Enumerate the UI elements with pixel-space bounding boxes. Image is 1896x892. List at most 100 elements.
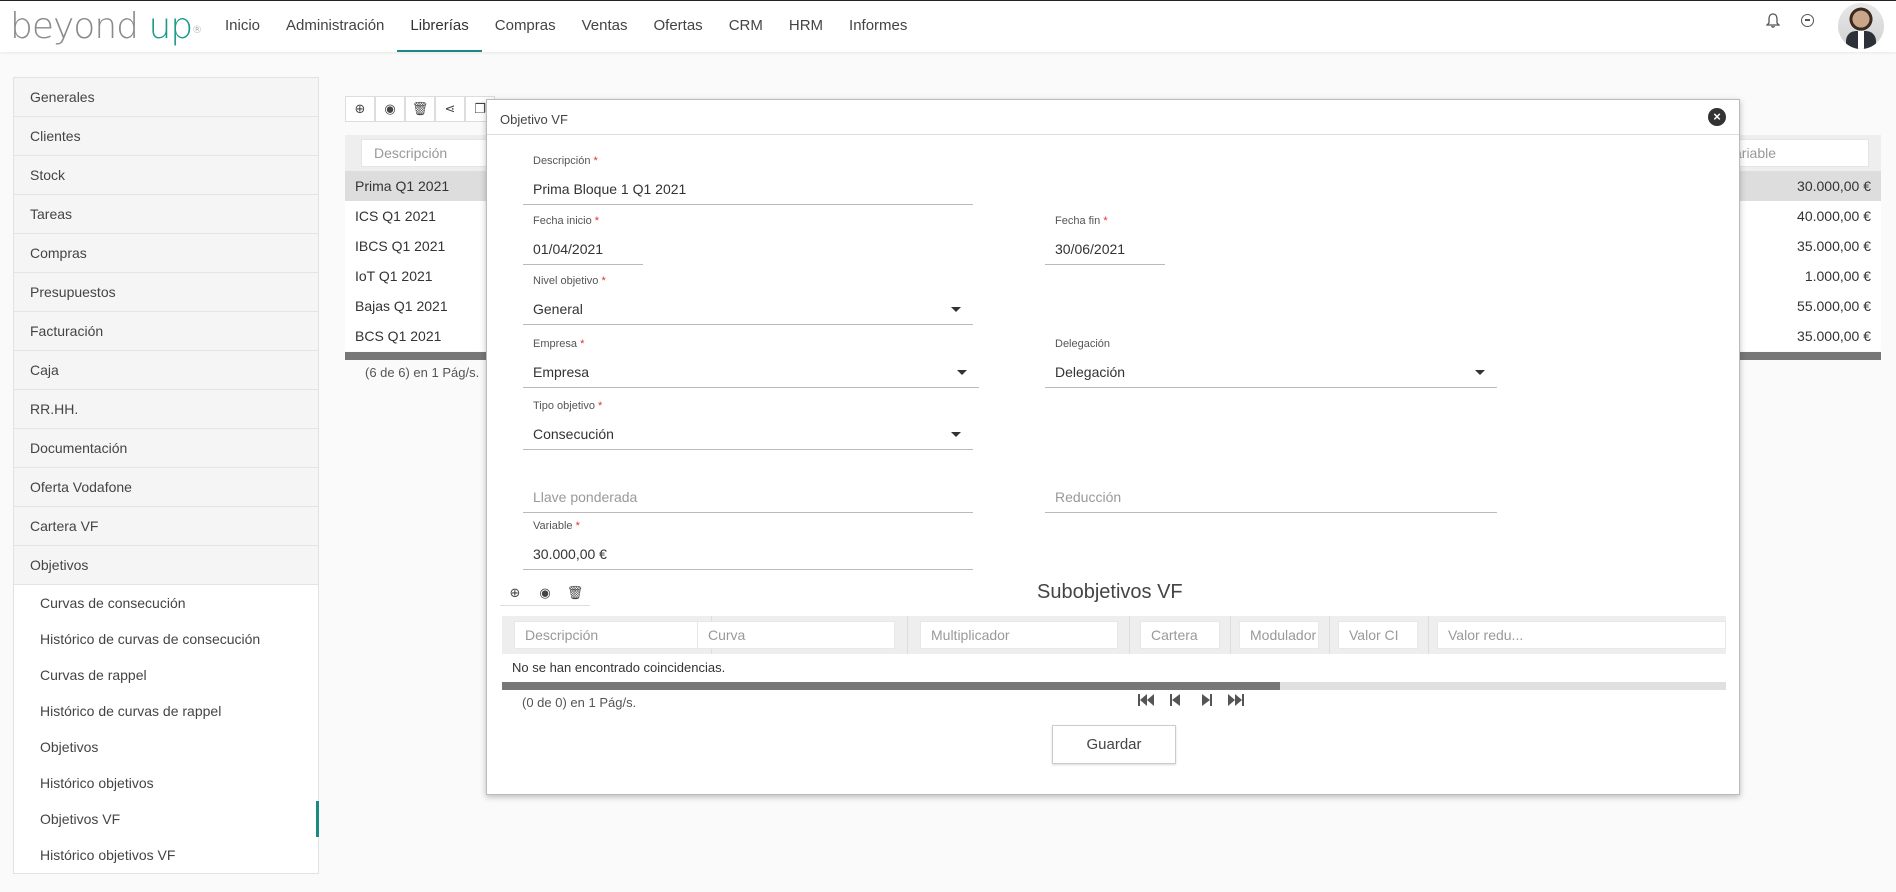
copy-icon: ❐ <box>474 101 486 116</box>
nivel-objetivo-select[interactable]: General <box>523 293 973 325</box>
variable-filter[interactable]: ariable <box>1729 139 1869 167</box>
sidebar-subitem-curvas-consecucion[interactable]: Curvas de consecución <box>14 585 318 621</box>
column-separator <box>1129 616 1130 654</box>
avatar[interactable] <box>1838 3 1884 49</box>
sidebar-subitem-historico-curvas-consecucion[interactable]: Histórico de curvas de consecución <box>14 621 318 657</box>
nav-ventas[interactable]: Ventas <box>569 1 641 52</box>
tipo-objetivo-select[interactable]: Consecución <box>523 418 973 450</box>
close-icon[interactable]: × <box>1708 108 1726 126</box>
column-separator <box>1230 616 1231 654</box>
delegacion-select[interactable]: Delegación <box>1045 356 1497 388</box>
empresa-label: Empresa * <box>533 338 585 350</box>
sub-filter-valor-ci[interactable]: Valor CI <box>1338 621 1418 649</box>
fecha-fin-field[interactable]: 30/06/2021 <box>1045 233 1165 265</box>
bell-icon[interactable] <box>1766 13 1780 29</box>
last-page-icon[interactable] <box>1227 693 1245 707</box>
sub-view-button[interactable]: ◉ <box>530 580 560 606</box>
logo-part1: beyond <box>10 6 139 47</box>
nivel-objetivo-value: General <box>533 301 583 317</box>
descripcion-label: Descripción * <box>533 155 598 167</box>
sidebar-item-presupuestos[interactable]: Presupuestos <box>14 273 318 312</box>
top-navbar: beyond up® Inicio Administración Librerí… <box>0 0 1896 52</box>
fecha-inicio-field[interactable]: 01/04/2021 <box>523 233 643 265</box>
nav-informes[interactable]: Informes <box>836 1 920 52</box>
sidebar-item-cartera-vf[interactable]: Cartera VF <box>14 507 318 546</box>
sidebar-subitem-historico-objetivos-vf[interactable]: Histórico objetivos VF <box>14 837 318 873</box>
empresa-select[interactable]: Empresa <box>523 356 979 388</box>
descripcion-field[interactable]: Prima Bloque 1 Q1 2021 <box>523 173 973 205</box>
sidebar-item-generales[interactable]: Generales <box>14 78 318 117</box>
sidebar-item-compras[interactable]: Compras <box>14 234 318 273</box>
sidebar-subitem-historico-objetivos[interactable]: Histórico objetivos <box>14 765 318 801</box>
prev-page-icon[interactable] <box>1167 693 1185 707</box>
sub-filter-descripcion[interactable]: Descripción <box>514 621 704 649</box>
list-pager: (6 de 6) en 1 Pág/s. <box>365 365 480 380</box>
sub-filter-multiplicador[interactable]: Multiplicador <box>920 621 1118 649</box>
sidebar-item-oferta-vodafone[interactable]: Oferta Vodafone <box>14 468 318 507</box>
sub-scrollbar[interactable] <box>502 682 1726 690</box>
chevron-down-icon <box>951 432 961 437</box>
tipo-objetivo-label: Tipo objetivo * <box>533 400 603 412</box>
eye-icon: ◉ <box>384 101 396 116</box>
sub-filter-valor-reduccion[interactable]: Valor redu... <box>1437 621 1726 649</box>
sidebar-item-clientes[interactable]: Clientes <box>14 117 318 156</box>
row-variable: 35.000,00 € <box>1797 238 1871 254</box>
delete-button[interactable]: 🗑 <box>405 96 435 122</box>
llave-ponderada-field[interactable]: Llave ponderada <box>523 481 973 513</box>
sub-delete-button[interactable]: 🗑 <box>560 580 590 606</box>
sub-filter-cartera[interactable]: Cartera <box>1140 621 1220 649</box>
nav-inicio[interactable]: Inicio <box>212 1 273 52</box>
row-description: Prima Q1 2021 <box>355 178 450 194</box>
sidebar-item-facturacion[interactable]: Facturación <box>14 312 318 351</box>
subobjetivos-header: Descripción Curva Multiplicador Cartera … <box>502 616 1726 654</box>
nav-compras[interactable]: Compras <box>482 1 569 52</box>
nav-ofertas[interactable]: Ofertas <box>641 1 716 52</box>
sidebar-subitem-objetivos-vf[interactable]: Objetivos VF <box>14 801 319 837</box>
view-button[interactable]: ◉ <box>375 96 405 122</box>
next-page-icon[interactable] <box>1197 693 1215 707</box>
sidebar-subitem-historico-curvas-rappel[interactable]: Histórico de curvas de rappel <box>14 693 318 729</box>
logo[interactable]: beyond up® <box>10 6 202 47</box>
first-page-icon[interactable] <box>1137 693 1155 707</box>
row-description: BCS Q1 2021 <box>355 328 442 344</box>
sub-add-button[interactable]: ⊕ <box>500 580 530 606</box>
nav-administracion[interactable]: Administración <box>273 1 397 52</box>
sub-filter-curva[interactable]: Curva <box>697 621 895 649</box>
main-nav: Inicio Administración Librerías Compras … <box>212 1 920 52</box>
column-separator <box>1428 616 1429 654</box>
list-toolbar: ⊕ ◉ 🗑 ⋖ ❐ <box>345 96 495 122</box>
logo-part2: up <box>148 6 193 47</box>
objetivo-vf-dialog: Objetivo VF × Descripción * Prima Bloque… <box>486 99 1740 795</box>
sidebar-item-objetivos[interactable]: Objetivos <box>14 546 318 585</box>
trash-icon: 🗑 <box>411 101 429 116</box>
row-description: Bajas Q1 2021 <box>355 298 448 314</box>
sidebar-subitem-curvas-rappel[interactable]: Curvas de rappel <box>14 657 318 693</box>
sidebar: Generales Clientes Stock Tareas Compras … <box>13 77 319 874</box>
sub-scrollbar-thumb[interactable] <box>502 682 1280 690</box>
sidebar-subitem-objetivos[interactable]: Objetivos <box>14 729 318 765</box>
nav-librerias[interactable]: Librerías <box>397 1 482 52</box>
nav-crm[interactable]: CRM <box>716 1 776 52</box>
dialog-title: Objetivo VF <box>500 112 568 127</box>
add-button[interactable]: ⊕ <box>345 96 375 122</box>
share-button[interactable]: ⋖ <box>435 96 465 122</box>
share-icon: ⋖ <box>444 101 456 116</box>
nav-hrm[interactable]: HRM <box>776 1 836 52</box>
save-button[interactable]: Guardar <box>1052 725 1176 764</box>
sidebar-item-caja[interactable]: Caja <box>14 351 318 390</box>
plus-circle-icon: ⊕ <box>509 584 521 600</box>
minus-circle-icon[interactable] <box>1801 14 1814 27</box>
row-variable: 35.000,00 € <box>1797 328 1871 344</box>
sidebar-item-tareas[interactable]: Tareas <box>14 195 318 234</box>
logo-reg: ® <box>192 25 202 36</box>
sub-empty-message: No se han encontrado coincidencias. <box>502 654 1726 682</box>
sub-filter-modulador[interactable]: Modulador <box>1239 621 1319 649</box>
subobjetivos-toolbar: ⊕ ◉ 🗑 <box>500 580 590 606</box>
variable-label: Variable * <box>533 520 580 532</box>
sidebar-item-rrhh[interactable]: RR.HH. <box>14 390 318 429</box>
variable-field[interactable]: 30.000,00 € <box>523 538 973 570</box>
reduccion-field[interactable]: Reducción <box>1045 481 1497 513</box>
delegacion-label: Delegación <box>1055 338 1111 350</box>
sidebar-item-documentacion[interactable]: Documentación <box>14 429 318 468</box>
sidebar-item-stock[interactable]: Stock <box>14 156 318 195</box>
